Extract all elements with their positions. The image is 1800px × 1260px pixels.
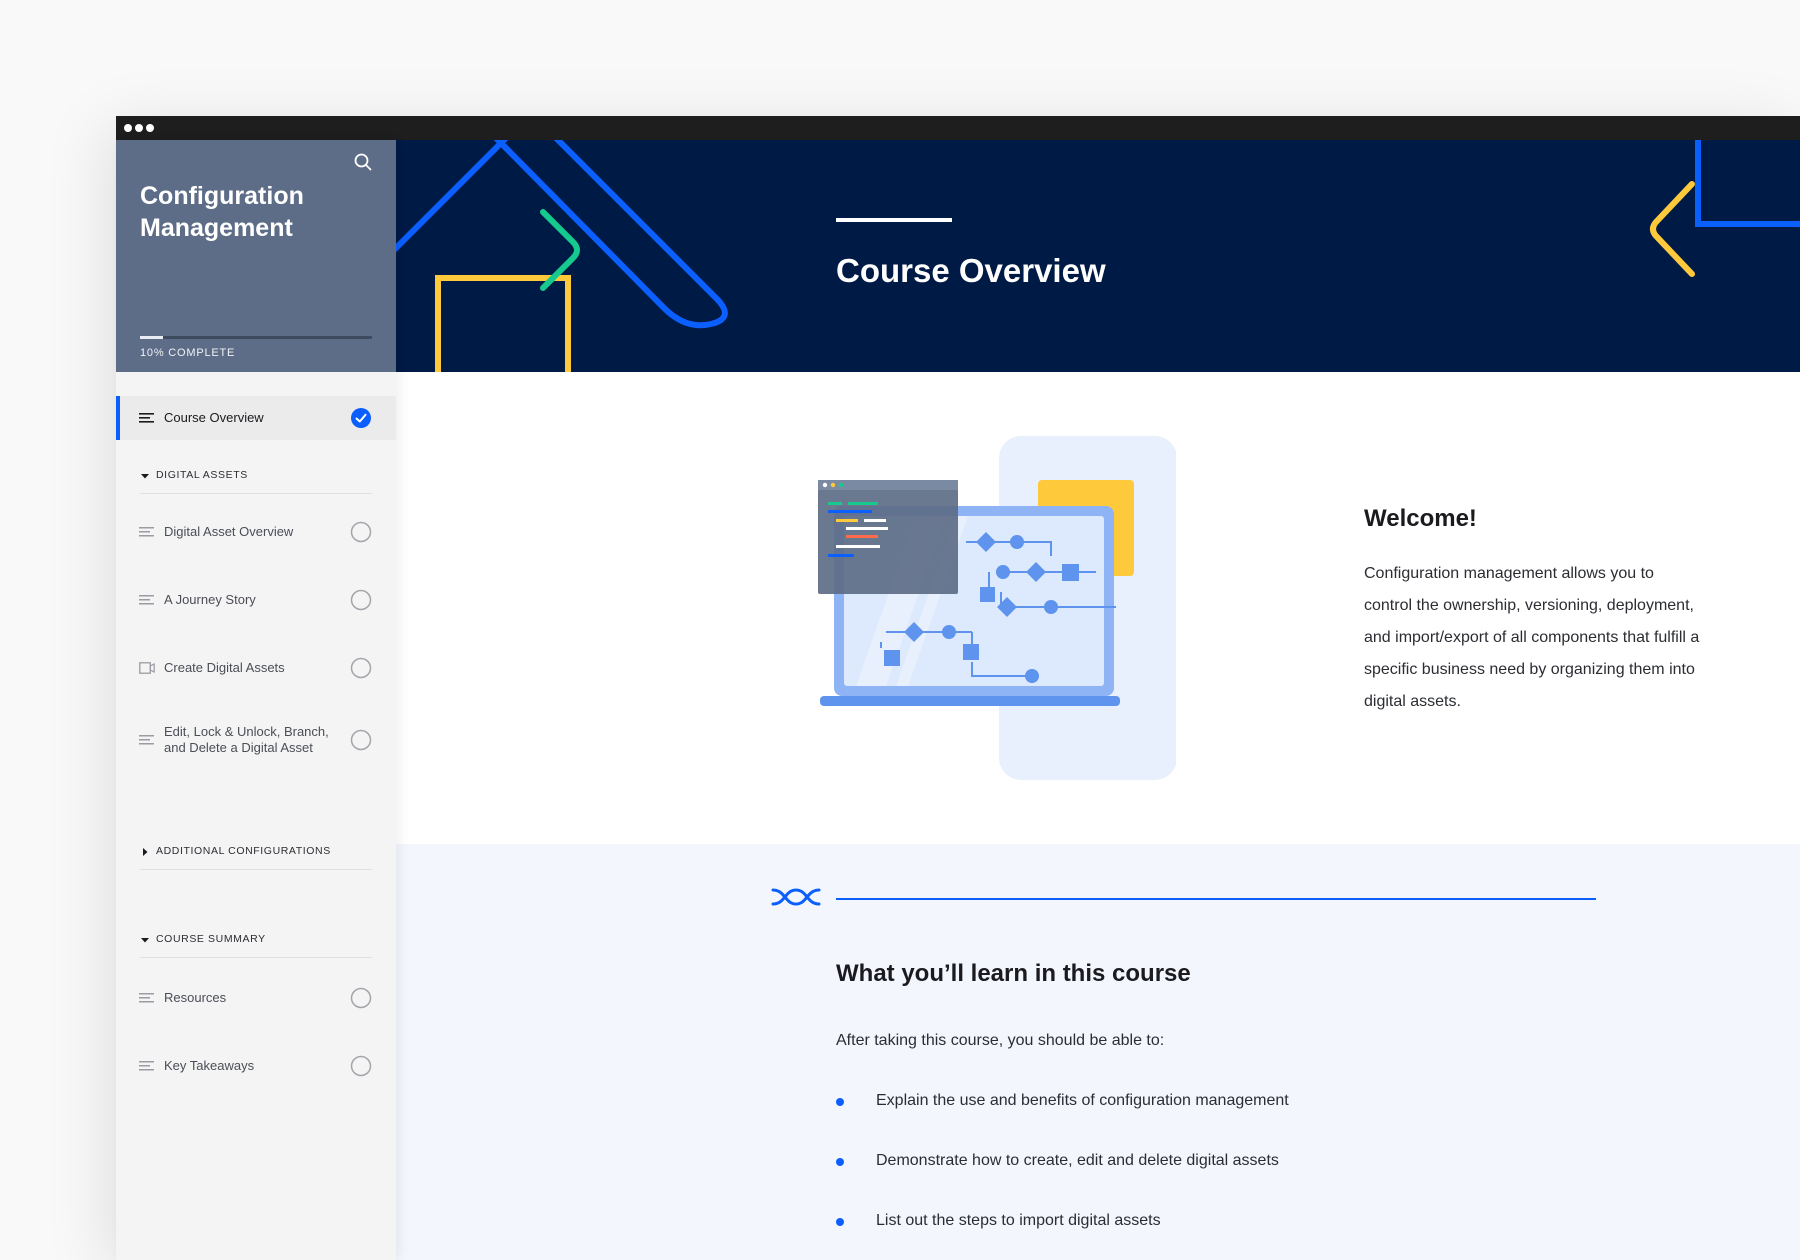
window-dot[interactable] [124,124,132,132]
learning-objectives-section: What you’ll learn in this course After t… [396,844,1800,1260]
course-progress-bar [140,336,372,339]
section-label: DIGITAL ASSETS [156,469,248,481]
list-item: Demonstrate how to create, edit and dele… [836,1152,1289,1212]
section-label: COURSE SUMMARY [156,933,266,945]
welcome-section: Welcome! Configuration management allows… [396,372,1800,844]
caret-down-icon [141,474,149,479]
sidebar-item-a-journey-story[interactable]: A Journey Story [116,578,396,622]
list-icon [139,527,154,537]
app-window: Configuration Management 10% COMPLETE Co… [116,116,1800,1260]
sidebar-item-resources[interactable]: Resources [116,976,396,1020]
sidebar-item-label: Edit, Lock & Unlock, Branch, and Delete … [164,724,329,755]
section-divider [836,898,1596,900]
sidebar-item-label: A Journey Story [164,592,256,607]
dna-helix-icon [771,888,821,906]
sidebar-item-course-overview[interactable]: Course Overview [116,396,396,440]
circle-incomplete-icon [350,987,372,1009]
list-icon [139,1061,154,1071]
sidebar-item-label: Create Digital Assets [164,660,285,675]
window-titlebar [116,116,1800,140]
page-title: Course Overview [836,252,1106,289]
objective-text: List out the steps to import digital ass… [876,1212,1161,1229]
circle-incomplete-icon [350,589,372,611]
search-icon[interactable] [351,150,375,174]
circle-incomplete-icon [350,1055,372,1077]
circle-incomplete-icon [350,729,372,751]
course-title: Configuration Management [140,182,304,242]
circle-incomplete-icon [350,657,372,679]
learn-intro: After taking this course, you should be … [836,1032,1165,1049]
bullet-icon [836,1158,844,1166]
welcome-paragraph: Configuration management allows you to c… [1364,565,1700,710]
welcome-heading: Welcome! [1364,505,1477,532]
window-controls[interactable] [124,124,154,132]
list-icon [139,735,154,745]
bullet-icon [836,1218,844,1226]
objective-text: Explain the use and benefits of configur… [876,1092,1289,1109]
sidebar-header: Configuration Management 10% COMPLETE [116,140,396,372]
sidebar-item-label: Key Takeaways [164,1058,255,1073]
window-dot[interactable] [146,124,154,132]
progress-label: 10% COMPLETE [140,347,236,359]
list-item: Explain the use and benefits of configur… [836,1092,1289,1152]
list-icon [139,413,154,423]
section-label: ADDITIONAL CONFIGURATIONS [156,845,331,857]
caret-down-icon [141,938,149,943]
laptop-workflow-illustration [818,436,1176,780]
bullet-icon [836,1098,844,1106]
section-course-summary[interactable]: COURSE SUMMARY [140,928,372,958]
circle-incomplete-icon [350,521,372,543]
banner-rule [836,218,952,222]
sidebar-item-edit-lock-unlock-branch-delete[interactable]: Edit, Lock & Unlock, Branch, and Delete … [116,712,396,768]
sidebar-item-label: Resources [164,990,227,1005]
sidebar-item-key-takeaways[interactable]: Key Takeaways [116,1044,396,1088]
course-sidebar: Configuration Management 10% COMPLETE Co… [116,140,396,1260]
sidebar-item-create-digital-assets[interactable]: Create Digital Assets [116,646,396,690]
list-icon [139,993,154,1003]
course-progress-fill [140,336,164,339]
section-digital-assets[interactable]: DIGITAL ASSETS [140,464,372,494]
objective-text: Demonstrate how to create, edit and dele… [876,1152,1279,1169]
sidebar-item-label: Digital Asset Overview [164,524,294,539]
lesson-banner: Course Overview [396,140,1800,372]
video-icon [139,662,155,674]
objectives-list: Explain the use and benefits of configur… [836,1092,1289,1260]
lesson-content: Course Overview Welcome! Configuration m… [396,140,1800,1260]
checkmark-complete-icon [351,408,371,428]
section-additional-configurations[interactable]: ADDITIONAL CONFIGURATIONS [140,840,372,870]
sidebar-item-label: Course Overview [164,410,264,425]
list-item: List out the steps to import digital ass… [836,1212,1289,1260]
list-icon [139,595,154,605]
window-dot[interactable] [135,124,143,132]
learn-heading: What you’ll learn in this course [836,960,1191,987]
sidebar-item-digital-asset-overview[interactable]: Digital Asset Overview [116,510,396,554]
caret-right-icon [143,848,148,856]
